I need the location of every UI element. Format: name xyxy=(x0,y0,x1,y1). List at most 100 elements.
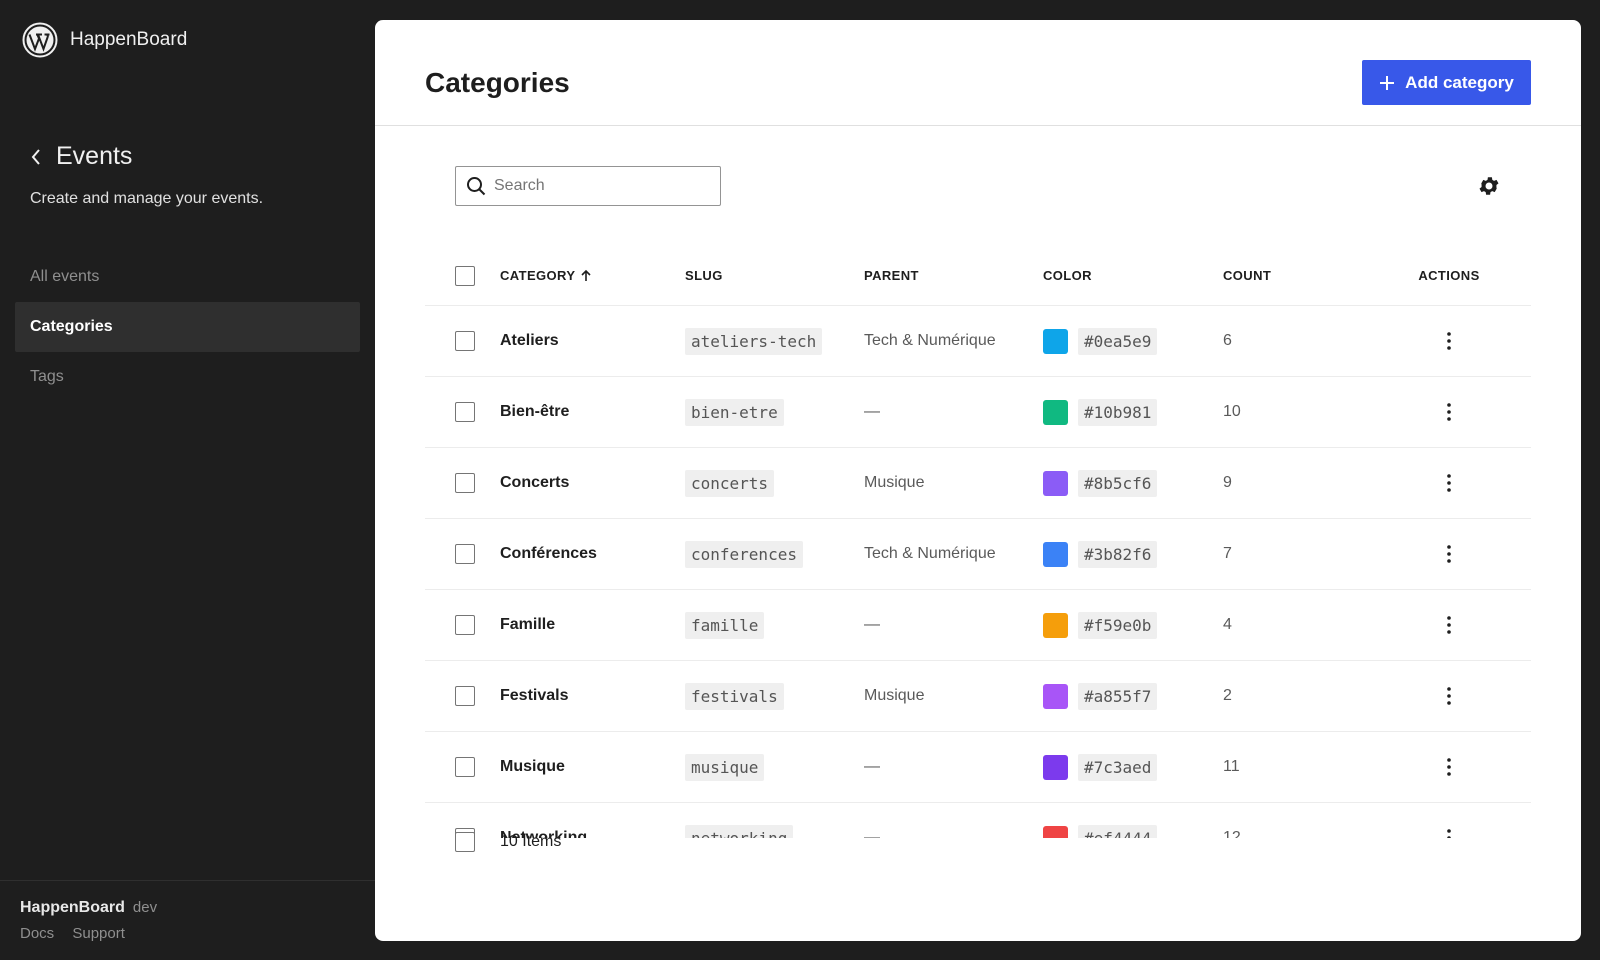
slug-cell: festivals xyxy=(685,661,784,731)
row-select-cell xyxy=(455,519,475,589)
nav-title-text: Events xyxy=(56,142,133,170)
category-count: 10 xyxy=(1223,403,1241,420)
page-header: Categories Add category xyxy=(375,20,1581,126)
table-header-row: CATEGORY SLUG PARENT COLOR COUNT ACTIONS xyxy=(425,246,1531,306)
color-cell: #0ea5e9 xyxy=(1043,306,1158,376)
actions-cell xyxy=(1418,377,1480,447)
table-row[interactable]: Conférences conferences Tech & Numérique… xyxy=(425,519,1531,590)
table-row[interactable]: Festivals festivals Musique #a855f7 2 xyxy=(425,661,1531,732)
row-select-cell xyxy=(455,377,475,447)
table-row[interactable]: Ateliers ateliers-tech Tech & Numérique … xyxy=(425,306,1531,377)
table-row[interactable]: Bien-être bien-etre — #10b981 10 xyxy=(425,377,1531,448)
more-vertical-icon[interactable] xyxy=(1439,757,1459,777)
category-color: #a855f7 xyxy=(1078,682,1158,710)
category-name[interactable]: Concerts xyxy=(500,448,569,518)
category-color: #0ea5e9 xyxy=(1078,327,1158,355)
color-cell: #3b82f6 xyxy=(1043,519,1158,589)
footer-select-checkbox[interactable] xyxy=(455,832,475,852)
column-header-actions: ACTIONS xyxy=(1418,268,1480,283)
slug-cell: famille xyxy=(685,590,765,660)
row-checkbox[interactable] xyxy=(455,402,475,422)
category-count: 9 xyxy=(1223,474,1232,491)
sidebar-item-all-events[interactable]: All events xyxy=(15,252,360,302)
category-parent: — xyxy=(864,616,880,633)
row-checkbox[interactable] xyxy=(455,331,475,351)
category-name[interactable]: Bien-être xyxy=(500,377,569,447)
category-parent: Musique xyxy=(864,474,925,491)
arrow-up-icon xyxy=(581,269,592,281)
more-vertical-icon[interactable] xyxy=(1439,402,1459,422)
category-color: #f59e0b xyxy=(1078,611,1158,639)
slug-cell: concerts xyxy=(685,448,775,518)
category-color: #3b82f6 xyxy=(1078,540,1158,568)
site-name: HappenBoard xyxy=(70,29,188,50)
column-header-category-label: CATEGORY xyxy=(500,268,576,283)
select-all-cell xyxy=(455,246,475,305)
more-vertical-icon[interactable] xyxy=(1439,473,1459,493)
more-vertical-icon[interactable] xyxy=(1439,331,1459,351)
row-checkbox[interactable] xyxy=(455,544,475,564)
add-category-button[interactable]: Add category xyxy=(1362,60,1531,105)
color-cell: #7c3aed xyxy=(1043,732,1158,802)
actions-cell xyxy=(1418,519,1480,589)
category-slug: famille xyxy=(685,611,765,639)
actions-cell xyxy=(1418,448,1480,518)
search-icon xyxy=(467,177,486,196)
sidebar-item-categories[interactable]: Categories xyxy=(15,302,360,352)
row-checkbox[interactable] xyxy=(455,473,475,493)
color-cell: #f59e0b xyxy=(1043,590,1158,660)
row-select-cell xyxy=(455,732,475,802)
table-row[interactable]: Concerts concerts Musique #8b5cf6 9 xyxy=(425,448,1531,519)
table-toolbar xyxy=(455,166,1501,206)
slug-cell: conferences xyxy=(685,519,803,589)
category-name[interactable]: Festivals xyxy=(500,661,568,731)
category-name[interactable]: Famille xyxy=(500,590,555,660)
sidebar-footer: HappenBoard dev Docs Support xyxy=(0,880,375,960)
row-select-cell xyxy=(455,661,475,731)
more-vertical-icon[interactable] xyxy=(1439,686,1459,706)
category-count: 7 xyxy=(1223,545,1232,562)
column-header-category[interactable]: CATEGORY xyxy=(500,246,593,305)
row-checkbox[interactable] xyxy=(455,686,475,706)
actions-cell xyxy=(1418,306,1480,376)
column-header-color[interactable]: COLOR xyxy=(1043,246,1092,305)
gear-icon[interactable] xyxy=(1477,174,1501,198)
docs-link[interactable]: Docs xyxy=(20,925,54,942)
row-checkbox[interactable] xyxy=(455,757,475,777)
sidebar: HappenBoard Events Create and manage you… xyxy=(0,0,375,960)
wordpress-logo-icon xyxy=(22,22,58,58)
table-row[interactable]: Musique musique — #7c3aed 11 xyxy=(425,732,1531,803)
category-parent: Tech & Numérique xyxy=(864,332,996,349)
color-cell: #10b981 xyxy=(1043,377,1158,447)
sidebar-item-tags[interactable]: Tags xyxy=(15,352,360,402)
category-slug: festivals xyxy=(685,682,784,710)
category-name[interactable]: Conférences xyxy=(500,519,597,589)
actions-cell xyxy=(1418,732,1480,802)
color-swatch xyxy=(1043,612,1068,638)
row-checkbox[interactable] xyxy=(455,615,475,635)
color-swatch xyxy=(1043,328,1068,354)
actions-cell xyxy=(1418,590,1480,660)
site-brand[interactable]: HappenBoard xyxy=(22,22,187,58)
more-vertical-icon[interactable] xyxy=(1439,615,1459,635)
category-name[interactable]: Ateliers xyxy=(500,306,559,376)
category-count: 4 xyxy=(1223,616,1232,633)
category-name[interactable]: Musique xyxy=(500,732,565,802)
column-header-parent[interactable]: PARENT xyxy=(864,246,919,305)
color-swatch xyxy=(1043,399,1068,425)
chevron-left-icon[interactable] xyxy=(30,145,52,169)
search-input[interactable] xyxy=(494,177,694,195)
table-row[interactable]: Famille famille — #f59e0b 4 xyxy=(425,590,1531,661)
search-box[interactable] xyxy=(455,166,721,206)
slug-cell: musique xyxy=(685,732,765,802)
category-count: 6 xyxy=(1223,332,1232,349)
color-swatch xyxy=(1043,683,1068,709)
column-header-slug[interactable]: SLUG xyxy=(685,246,723,305)
category-color: #7c3aed xyxy=(1078,753,1158,781)
more-vertical-icon[interactable] xyxy=(1439,544,1459,564)
select-all-checkbox[interactable] xyxy=(455,265,475,286)
support-link[interactable]: Support xyxy=(72,925,125,942)
nav-title: Events xyxy=(30,142,132,171)
column-header-count[interactable]: COUNT xyxy=(1223,246,1271,305)
category-slug: musique xyxy=(685,753,765,781)
